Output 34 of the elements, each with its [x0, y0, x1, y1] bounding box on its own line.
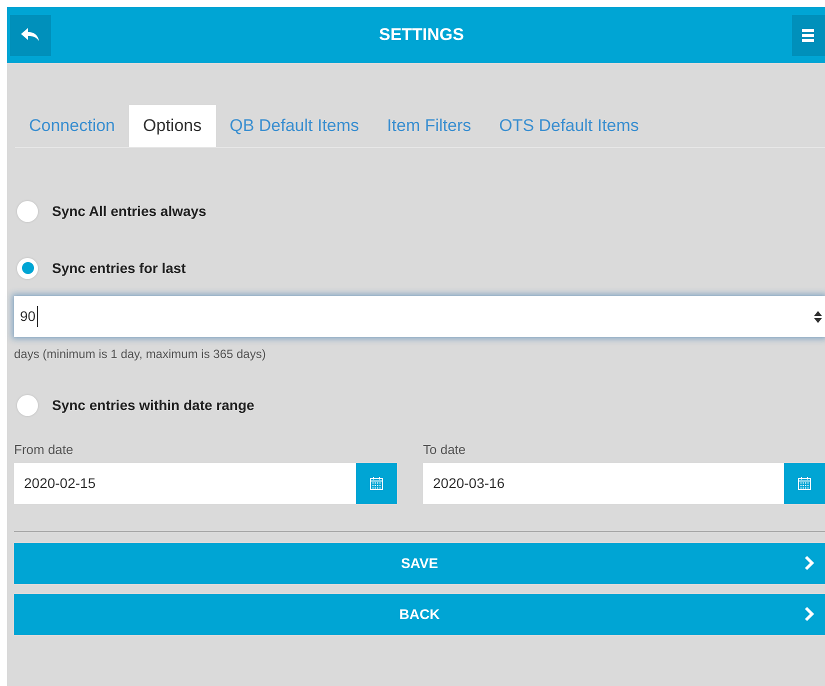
tab[interactable]: QB Default Items	[216, 105, 374, 147]
chevron-right-icon	[804, 606, 814, 622]
tab[interactable]: OTS Default Items	[485, 105, 653, 147]
action-button[interactable]: BACK	[14, 594, 825, 634]
radio-button[interactable]	[17, 394, 38, 416]
menu-button[interactable]	[792, 14, 825, 56]
radio-label: Sync All entries always	[52, 202, 206, 221]
radio-label: Sync entries for last	[52, 258, 186, 278]
tab[interactable]: Item Filters	[373, 105, 486, 147]
date-field[interactable]: 2020-02-15	[14, 462, 397, 504]
calendar-button[interactable]	[784, 462, 825, 504]
chevron-right-icon	[804, 554, 814, 570]
spinner-icon[interactable]	[813, 310, 823, 324]
radio-button[interactable]	[17, 200, 38, 222]
page-title: SETTINGS	[378, 24, 464, 46]
action-button[interactable]: SAVE	[14, 542, 825, 584]
date-label: To date	[423, 441, 467, 459]
date-field[interactable]: 2020-03-16	[423, 462, 825, 504]
date-value: 2020-02-15	[24, 474, 96, 492]
hint-text: days (minimum is 1 day, maximum is 365 days)	[14, 346, 267, 363]
menu-icon	[802, 28, 814, 42]
radio-button[interactable]	[17, 258, 38, 278]
calendar-icon	[369, 476, 384, 490]
tab[interactable]: Connection	[15, 105, 130, 147]
back-button[interactable]	[10, 14, 51, 56]
number-value: 90	[20, 306, 38, 327]
calendar-button[interactable]	[356, 462, 397, 504]
calendar-icon	[797, 476, 812, 490]
back-arrow-icon	[20, 28, 40, 42]
date-label: From date	[14, 441, 74, 459]
radio-label: Sync entries within date range	[52, 396, 254, 415]
number-field[interactable]: 90	[14, 296, 825, 337]
date-value: 2020-03-16	[433, 474, 505, 492]
tab[interactable]: Options	[129, 105, 216, 147]
